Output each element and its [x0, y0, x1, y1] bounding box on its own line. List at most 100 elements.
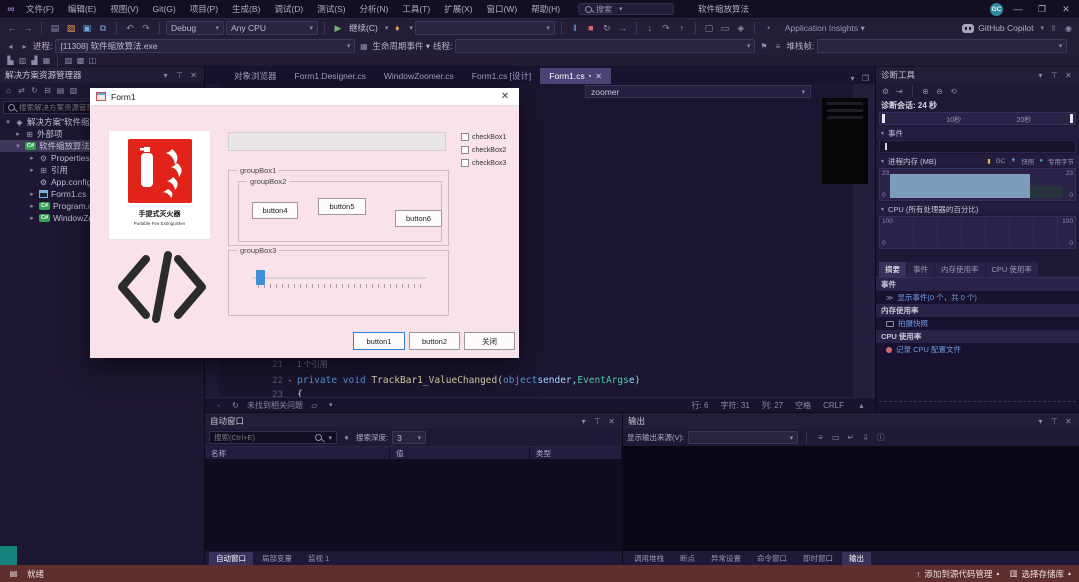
settings-gear-icon[interactable]: ⚙ [880, 86, 891, 97]
button5[interactable]: button5 [318, 198, 366, 215]
close-button[interactable]: ✕ [1057, 2, 1075, 16]
column-name[interactable]: 名称 [205, 447, 390, 459]
menu-extensions[interactable]: 扩展(X) [438, 0, 478, 18]
caret-col[interactable]: 列: 27 [762, 400, 783, 411]
order-icon[interactable]: ▩ [75, 55, 86, 66]
autoscroll-icon[interactable]: ⇩ [860, 432, 871, 443]
size-to-grid-icon[interactable]: ▦ [41, 55, 52, 66]
startup-dropdown[interactable]: ▾ [414, 21, 555, 35]
take-snapshot-link[interactable]: 拍摄快照 [876, 317, 1079, 330]
menu-tools[interactable]: 工具(T) [396, 0, 436, 18]
menu-build[interactable]: 生成(B) [226, 0, 266, 18]
reset-view-icon[interactable]: ⟲ [948, 86, 959, 97]
background-tasks-icon[interactable]: ▤ [8, 568, 19, 579]
restart-icon[interactable]: ↻ [600, 21, 614, 35]
switch-views-icon[interactable]: ⇄ [16, 85, 27, 96]
share-icon[interactable]: ⇪ [1048, 23, 1059, 34]
tab-form1-cs-design[interactable]: Form1.cs [设计] [463, 68, 541, 84]
menu-project[interactable]: 项目(P) [184, 0, 224, 18]
lock-controls-icon[interactable]: ◫ [87, 55, 98, 66]
show-all-files-icon[interactable]: ▤ [55, 85, 66, 96]
range-handle-right[interactable] [1070, 114, 1073, 123]
chevron-down-icon[interactable]: ▾ [1035, 416, 1046, 427]
autos-search-input[interactable] [214, 433, 313, 442]
tab-watch1[interactable]: 监视 1 [301, 552, 336, 565]
align-right-icon[interactable]: ▟ [29, 55, 40, 66]
menu-edit[interactable]: 编辑(E) [62, 0, 102, 18]
maximize-button[interactable]: ❐ [1033, 2, 1051, 16]
comment-icon[interactable]: ▭ [718, 21, 732, 35]
home-icon[interactable]: ⌂ [3, 85, 14, 96]
flame-filter-icon[interactable]: ♦ [341, 432, 352, 443]
tab-windowzoomer-cs[interactable]: WindowZoomer.cs [375, 68, 463, 84]
nav-back-icon[interactable]: ← [5, 21, 19, 35]
stack-frame-dropdown[interactable]: ▾ [817, 39, 1068, 53]
events-section-header[interactable]: ▾ 事件 [876, 127, 1079, 139]
column-value[interactable]: 值 [390, 447, 530, 459]
tab-cpu-usage[interactable]: CPU 使用率 [985, 262, 1038, 277]
menu-file[interactable]: 文件(F) [20, 0, 60, 18]
properties-icon[interactable]: ▧ [68, 85, 79, 96]
refresh-icon[interactable]: ↻ [29, 85, 40, 96]
lifecycle-label[interactable]: 生命周期事件 ▾ [372, 40, 430, 52]
sync-icon[interactable]: ↻ [230, 400, 241, 411]
column-type[interactable]: 类型 [530, 447, 622, 459]
tab-events[interactable]: 事件 [907, 262, 934, 277]
show-events-link[interactable]: ≫ 显示事件(0 个，共 0 个) [876, 291, 1079, 304]
button6[interactable]: button6 [395, 210, 442, 227]
tab-command-window[interactable]: 命令窗口 [750, 552, 794, 565]
chevron-down-icon[interactable]: ▾ [578, 416, 589, 427]
undo-icon[interactable]: ↶ [123, 21, 137, 35]
pin-icon[interactable]: ⊤ [174, 70, 185, 81]
tab-locals[interactable]: 局部变量 [255, 552, 299, 565]
tab-memory-usage[interactable]: 内存使用率 [935, 262, 985, 277]
record-cpu-profile-link[interactable]: 记录 CPU 配置文件 [876, 343, 1079, 356]
continue-debug-icon[interactable]: ▶ [331, 21, 345, 35]
lifecycle-events-icon[interactable]: ▦ [358, 41, 369, 52]
chevron-down-icon[interactable]: ▾ [1035, 70, 1046, 81]
tab-immediate-window[interactable]: 即时窗口 [796, 552, 840, 565]
close-form-button[interactable]: 关闭 [464, 332, 515, 350]
range-handle-left[interactable] [882, 114, 885, 123]
align-center-icon[interactable]: ▥ [17, 55, 28, 66]
trackbar-track[interactable] [252, 277, 426, 279]
application-insights-button[interactable]: Application Insights ▾ [785, 23, 865, 34]
output-source-dropdown[interactable]: ▾ [688, 431, 799, 444]
form1-title-bar[interactable]: Form1 ✕ [90, 88, 519, 106]
diagnostics-icon[interactable]: ◔ [761, 21, 775, 35]
close-tab-icon[interactable]: ✕ [595, 72, 602, 81]
close-icon[interactable]: ✕ [606, 416, 617, 427]
checkbox2[interactable]: checkBox2 [461, 146, 506, 154]
continue-label[interactable]: 继续(C) [349, 22, 378, 34]
tab-breakpoints[interactable]: 断点 [673, 552, 702, 565]
memory-section-header[interactable]: ▾ 进程内存 (MB) ▮ GC ▼ 快照 ● 专用字节 [876, 155, 1079, 167]
close-icon[interactable]: ✕ [188, 70, 199, 81]
collapse-all-icon[interactable]: ⊟ [42, 85, 53, 96]
config-dropdown[interactable]: Debug ▾ [166, 21, 224, 35]
button1[interactable]: button1 [353, 332, 405, 350]
select-repository-button[interactable]: ▥ 选择存储库 ▴ [1009, 568, 1071, 580]
timeline-ruler[interactable]: 10秒 20秒 [879, 112, 1076, 125]
copilot-label[interactable]: GitHub Copilot [978, 23, 1033, 33]
tab-object-browser[interactable]: 对象浏览器 [225, 68, 286, 84]
tab-summary[interactable]: 摘要 [879, 262, 906, 277]
form-close-icon[interactable]: ✕ [497, 90, 513, 103]
menu-analyze[interactable]: 分析(N) [354, 0, 395, 18]
button4[interactable]: button4 [252, 202, 298, 219]
find-message-icon[interactable]: ≡ [815, 432, 826, 443]
find-in-files-icon[interactable]: ▢ [702, 21, 716, 35]
form-textbox[interactable] [228, 132, 446, 151]
new-project-icon[interactable]: ▤ [48, 21, 62, 35]
close-icon[interactable]: ✕ [1063, 416, 1074, 427]
close-icon[interactable]: ✕ [1063, 70, 1074, 81]
debug-history-forward-icon[interactable]: ▸ [19, 41, 30, 52]
cpu-section-header[interactable]: ▾ CPU (所有处理器的百分比) [876, 203, 1079, 215]
save-all-icon[interactable]: ⧉ [96, 21, 110, 35]
find-control[interactable]: zoomer ▾ [585, 85, 811, 98]
menu-test[interactable]: 测试(S) [311, 0, 351, 18]
nav-forward-icon[interactable]: → [21, 21, 35, 35]
float-window-icon[interactable]: ❐ [860, 73, 871, 84]
caret-char[interactable]: 字符: 31 [720, 400, 749, 411]
redo-icon[interactable]: ↷ [139, 21, 153, 35]
add-to-source-control-button[interactable]: ↑ 添加到源代码管理 ▴ [916, 568, 999, 580]
